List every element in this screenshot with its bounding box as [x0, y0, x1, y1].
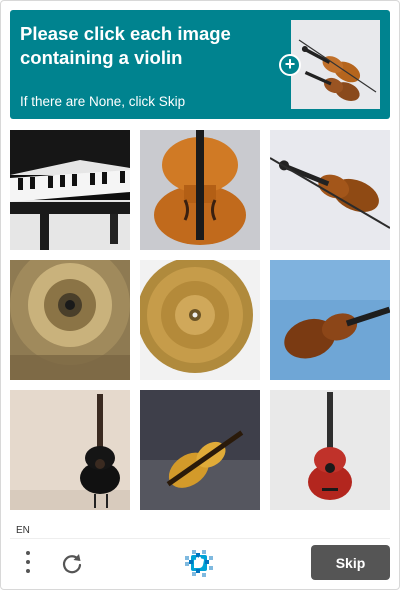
skip-button[interactable]: Skip: [311, 545, 390, 580]
image-tile-7[interactable]: [10, 390, 130, 510]
image-tile-1[interactable]: [10, 130, 130, 250]
image-tile-6[interactable]: [270, 260, 390, 380]
image-tile-5[interactable]: [140, 260, 260, 380]
language-label[interactable]: EN: [16, 525, 30, 536]
plus-icon: +: [279, 54, 301, 76]
more-vertical-icon[interactable]: [22, 551, 34, 577]
example-image: [291, 20, 380, 109]
refresh-icon[interactable]: [58, 550, 86, 578]
challenge-header: Please click each image containing a vio…: [10, 10, 390, 119]
image-tile-2[interactable]: [140, 130, 260, 250]
footer-divider: [10, 538, 390, 539]
image-tile-8[interactable]: [140, 390, 260, 510]
image-tile-3[interactable]: [270, 130, 390, 250]
image-tile-4[interactable]: [10, 260, 130, 380]
challenge-hint: If there are None, click Skip: [20, 94, 186, 109]
image-tile-9[interactable]: [270, 390, 390, 510]
hcaptcha-logo-icon: [182, 546, 216, 580]
challenge-prompt: Please click each image containing a vio…: [20, 23, 231, 68]
